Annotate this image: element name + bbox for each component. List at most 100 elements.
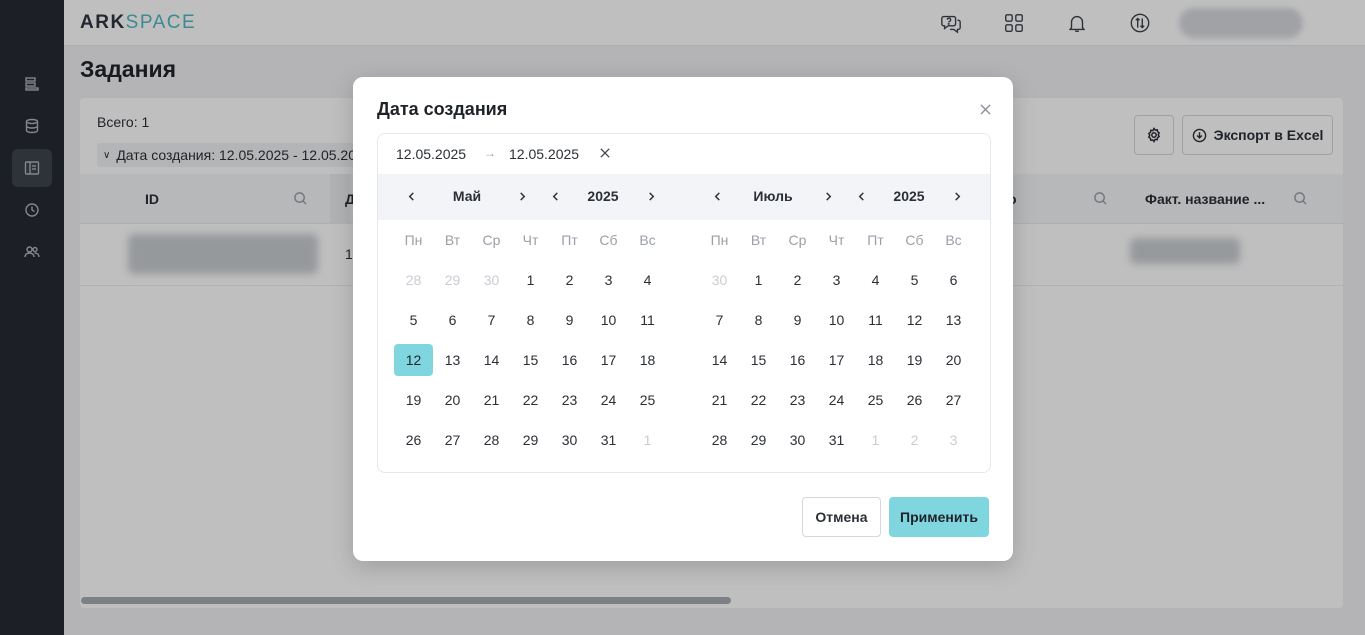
prev-month-button[interactable]: [710, 189, 724, 203]
date-range-input: 12.05.2025 → 12.05.2025: [378, 134, 990, 174]
calendar-day[interactable]: 10: [817, 300, 856, 340]
right-year-label[interactable]: 2025: [879, 188, 939, 204]
calendar-day[interactable]: 8: [739, 300, 778, 340]
calendar-day[interactable]: 6: [433, 300, 472, 340]
calendar-day[interactable]: 12: [895, 300, 934, 340]
calendar-day[interactable]: 26: [394, 420, 433, 460]
calendar-day[interactable]: 17: [817, 340, 856, 380]
calendar-day[interactable]: 1: [511, 260, 550, 300]
calendar-day[interactable]: 6: [934, 260, 973, 300]
next-year-button[interactable]: [950, 189, 964, 203]
weekday-label: Вс: [945, 232, 962, 248]
calendar-day[interactable]: 30: [472, 260, 511, 300]
calendar-day[interactable]: 1: [628, 420, 667, 460]
calendar-day[interactable]: 16: [550, 340, 589, 380]
calendar-day-label: 12: [906, 312, 923, 328]
calendar-day[interactable]: 18: [856, 340, 895, 380]
calendar-day[interactable]: 5: [895, 260, 934, 300]
calendar-day[interactable]: 8: [511, 300, 550, 340]
calendar-day[interactable]: 19: [394, 380, 433, 420]
calendar-day[interactable]: 3: [589, 260, 628, 300]
start-date-field[interactable]: 12.05.2025: [396, 146, 466, 162]
calendar-day[interactable]: 31: [589, 420, 628, 460]
calendar-day[interactable]: 9: [550, 300, 589, 340]
calendar-day[interactable]: 17: [589, 340, 628, 380]
calendar-day-label: 4: [871, 272, 880, 288]
calendar-day[interactable]: 2: [895, 420, 934, 460]
calendar-day[interactable]: 10: [589, 300, 628, 340]
left-month-label[interactable]: Май: [437, 188, 497, 204]
calendar-day[interactable]: 29: [511, 420, 550, 460]
calendar-day[interactable]: 14: [472, 340, 511, 380]
calendar-day[interactable]: 9: [778, 300, 817, 340]
calendar-day[interactable]: 5: [394, 300, 433, 340]
next-month-button[interactable]: [821, 189, 835, 203]
calendar-day[interactable]: 1: [739, 260, 778, 300]
calendar-day[interactable]: 29: [739, 420, 778, 460]
close-icon[interactable]: [977, 101, 993, 117]
prev-month-button[interactable]: [404, 189, 418, 203]
calendar-day-label: 2: [565, 272, 574, 288]
calendar-day[interactable]: 24: [817, 380, 856, 420]
calendar-day[interactable]: 15: [739, 340, 778, 380]
calendar-day[interactable]: 2: [778, 260, 817, 300]
calendar-day[interactable]: 3: [934, 420, 973, 460]
calendar-day-label: 28: [711, 432, 728, 448]
calendar-day[interactable]: 25: [856, 380, 895, 420]
calendar-day[interactable]: 4: [856, 260, 895, 300]
calendar-day[interactable]: 4: [628, 260, 667, 300]
prev-year-button[interactable]: [854, 189, 868, 203]
cancel-button[interactable]: Отмена: [802, 497, 881, 537]
calendar-day[interactable]: 30: [550, 420, 589, 460]
calendar-day[interactable]: 30: [700, 260, 739, 300]
chevron-right-icon: [648, 191, 654, 201]
calendar-day[interactable]: 3: [817, 260, 856, 300]
apply-button[interactable]: Применить: [889, 497, 989, 537]
calendar-day-label: 27: [945, 392, 962, 408]
calendar-day[interactable]: 27: [934, 380, 973, 420]
calendar-day[interactable]: 23: [550, 380, 589, 420]
calendar-day[interactable]: 7: [700, 300, 739, 340]
calendar-day[interactable]: 13: [934, 300, 973, 340]
calendar-day[interactable]: 2: [550, 260, 589, 300]
calendar-day[interactable]: 7: [472, 300, 511, 340]
calendar-day[interactable]: 16: [778, 340, 817, 380]
calendar-day[interactable]: 1: [856, 420, 895, 460]
calendar-day[interactable]: 30: [778, 420, 817, 460]
left-year-label[interactable]: 2025: [573, 188, 633, 204]
calendar-day-label: 24: [828, 392, 845, 408]
calendar-day[interactable]: 28: [472, 420, 511, 460]
calendar-day[interactable]: 26: [895, 380, 934, 420]
calendar-day[interactable]: 21: [472, 380, 511, 420]
calendar-day[interactable]: 20: [433, 380, 472, 420]
calendar-day[interactable]: 13: [433, 340, 472, 380]
calendar-day[interactable]: 27: [433, 420, 472, 460]
calendar-day[interactable]: 22: [739, 380, 778, 420]
calendar-day[interactable]: 25: [628, 380, 667, 420]
calendar-day[interactable]: 29: [433, 260, 472, 300]
calendar-day[interactable]: 22: [511, 380, 550, 420]
calendar-day[interactable]: 24: [589, 380, 628, 420]
calendar-day[interactable]: 11: [856, 300, 895, 340]
calendar-day-label: 15: [750, 352, 767, 368]
calendar-day[interactable]: 28: [700, 420, 739, 460]
calendar-day[interactable]: 19: [895, 340, 934, 380]
next-month-button[interactable]: [515, 189, 529, 203]
calendar-day[interactable]: 21: [700, 380, 739, 420]
calendar-day[interactable]: 15: [511, 340, 550, 380]
calendar-day-label: 8: [754, 312, 763, 328]
prev-year-button[interactable]: [548, 189, 562, 203]
calendar-day[interactable]: 23: [778, 380, 817, 420]
right-month-label[interactable]: Июль: [743, 188, 803, 204]
end-date-field[interactable]: 12.05.2025: [509, 146, 579, 162]
calendar-day[interactable]: 14: [700, 340, 739, 380]
calendar-day[interactable]: 11: [628, 300, 667, 340]
calendar-day-selected[interactable]: 12: [394, 340, 433, 380]
calendar-day-label: 2: [793, 272, 802, 288]
calendar-day[interactable]: 20: [934, 340, 973, 380]
clear-range-icon[interactable]: [598, 146, 612, 160]
calendar-day[interactable]: 31: [817, 420, 856, 460]
next-year-button[interactable]: [644, 189, 658, 203]
calendar-day[interactable]: 28: [394, 260, 433, 300]
calendar-day[interactable]: 18: [628, 340, 667, 380]
